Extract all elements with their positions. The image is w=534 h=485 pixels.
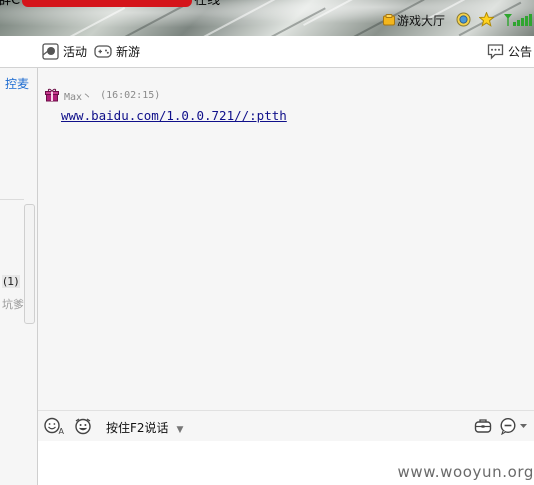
window-title: 群C 在线 [0,0,220,9]
left-panel: 控麦 (1) 坑爹 [0,68,38,485]
lobby-icon [383,14,395,26]
watermark: www.wooyun.org [397,463,534,481]
coin-icon[interactable] [456,12,471,27]
gamepad-icon [94,45,112,58]
font-emoji-icon[interactable]: A [44,417,66,435]
push-to-talk-label: 按住F2说话 [106,421,169,435]
notice-icon [487,44,504,60]
gift-icon [45,88,59,102]
new-game-label: 新游 [116,45,141,59]
notice-button[interactable]: 公告 [487,43,532,60]
game-lobby-button[interactable]: 游戏大厅 [383,12,445,28]
activity-button[interactable]: 活动 [42,43,87,60]
left-scrollbar[interactable] [24,204,35,324]
window-title-prefix: 群C [0,0,21,8]
input-toolbar: A 按住F2说话 ▼ [38,410,534,442]
left-divider [0,199,24,200]
activity-label: 活动 [63,45,88,59]
star-icon[interactable] [479,12,494,27]
mic-control-tab[interactable]: 控麦 [5,75,29,92]
top-banner: 群C 在线 游戏大厅 [0,0,534,36]
face-icon[interactable] [74,417,92,435]
message-link[interactable]: www.baidu.com/1.0.0.721//:ptth [61,108,287,123]
toolbox-icon[interactable] [474,417,492,435]
chat-message-area[interactable]: Max丶 (16:02:15) www.baidu.com/1.0.0.721/… [38,68,534,410]
member-count: (1) [2,275,20,288]
window-title-suffix: 在线 [194,0,221,8]
message-time: (16:02:15) [100,89,161,101]
sender-nickname[interactable]: Max丶 [64,88,92,103]
push-to-talk-button[interactable]: 按住F2说话 ▼ [106,419,183,436]
svg-text:A: A [59,427,65,435]
lobby-label: 游戏大厅 [397,13,446,28]
message-header: Max丶 (16:02:15) [45,87,160,103]
redacted-group-name [22,0,193,7]
member-tag: 坑爹 [2,298,24,311]
new-game-button[interactable]: 新游 [94,43,140,60]
signal-icon [504,14,532,26]
notice-label: 公告 [508,45,533,59]
chat-bubble-icon[interactable] [500,417,530,435]
chevron-down-icon[interactable]: ▼ [177,425,184,435]
channel-toolbar: 活动 新游 公告 [0,36,534,68]
activity-icon [42,43,59,60]
